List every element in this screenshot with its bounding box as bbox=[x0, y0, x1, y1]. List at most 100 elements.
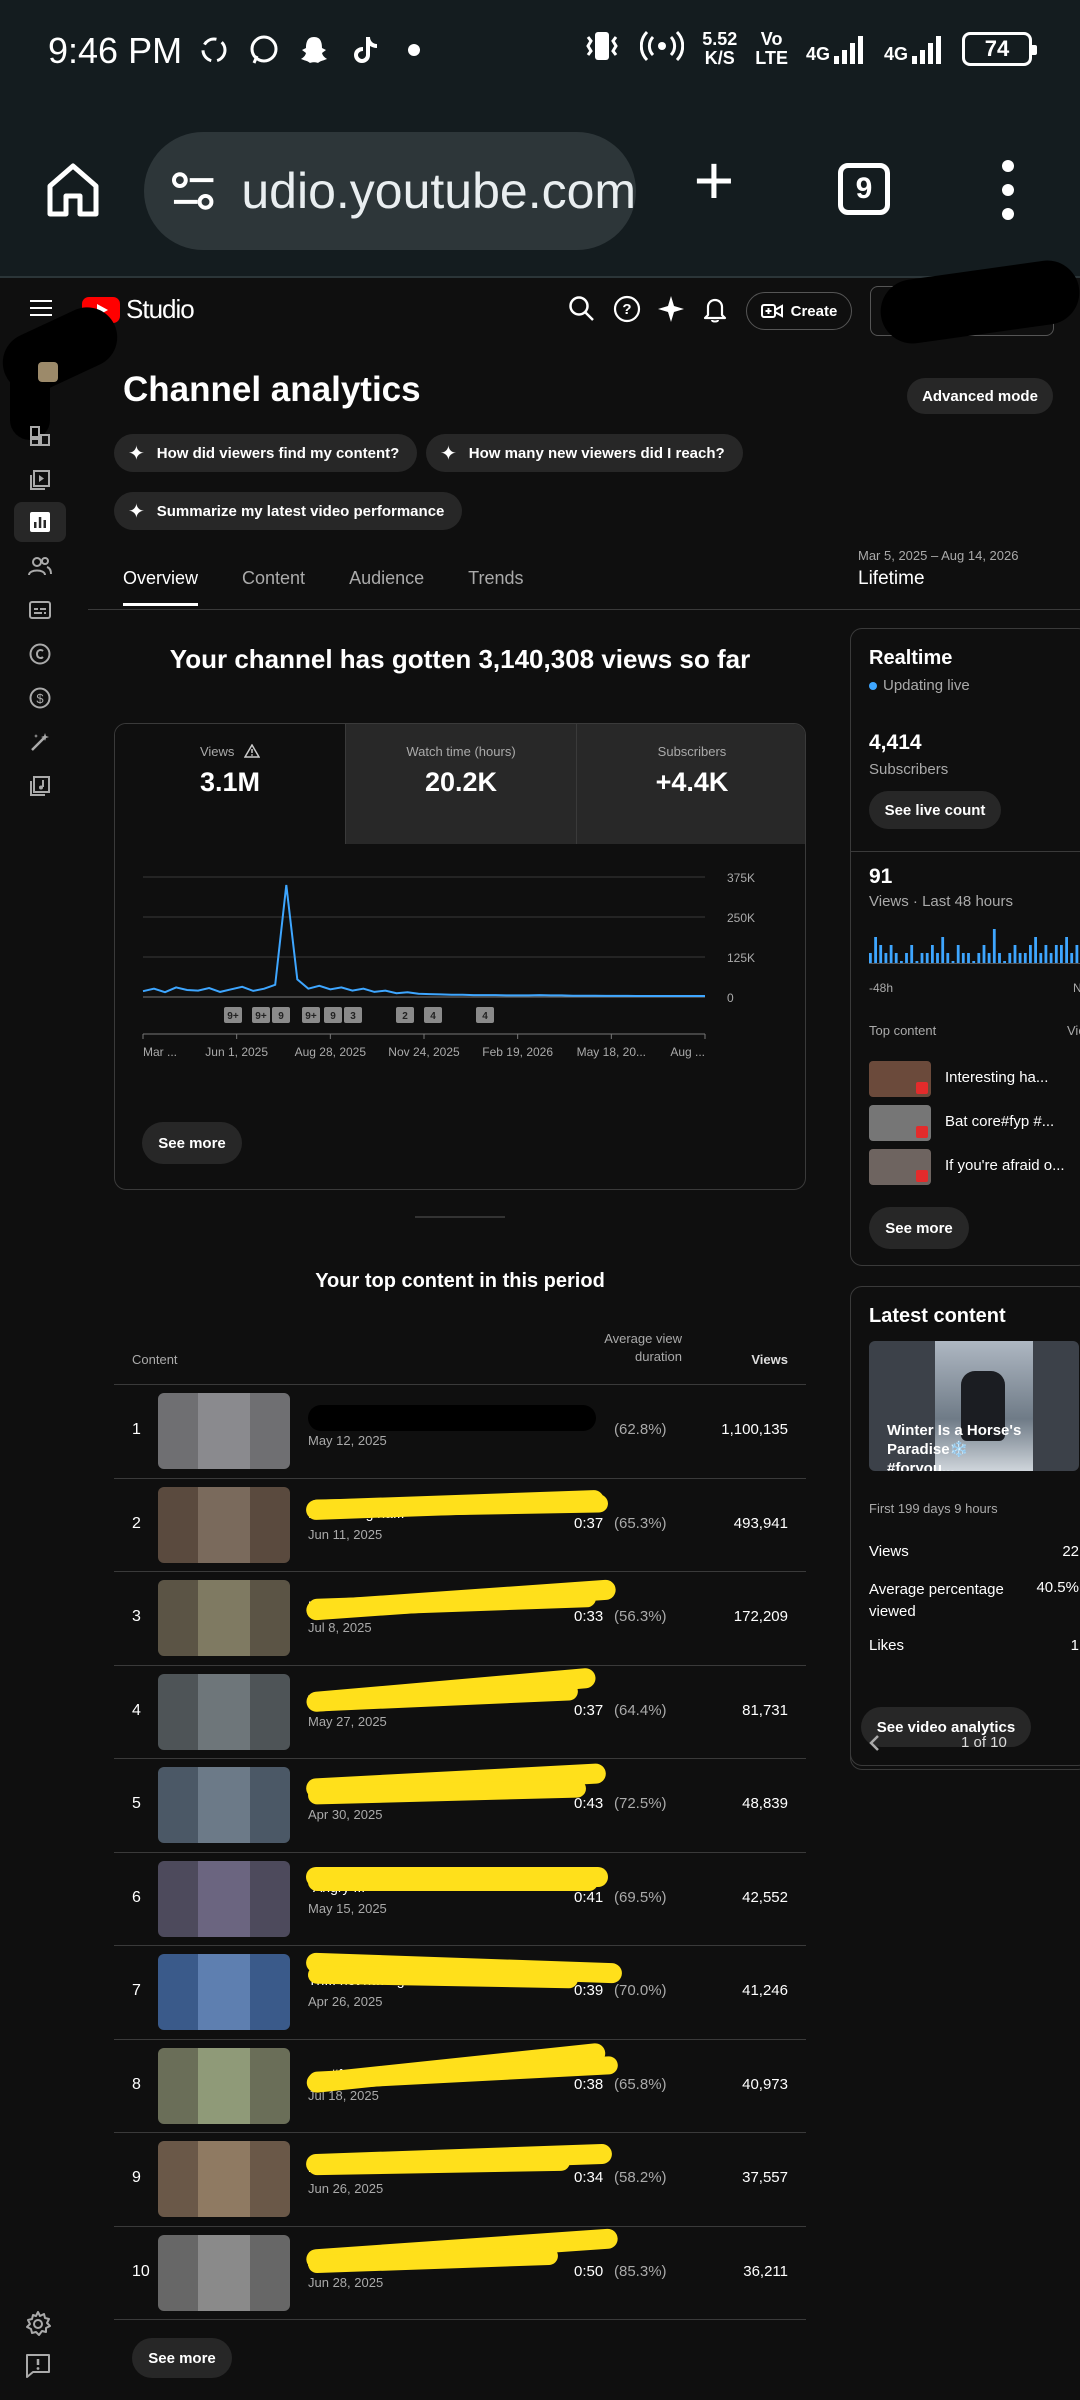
table-row[interactable]: 6"Angry ...May 15, 20250:41(69.5%)42,552 bbox=[114, 1851, 806, 1945]
table-row[interactable]: 4Wh... ...May 27, 20250:37(64.4%)81,731 bbox=[114, 1664, 806, 1758]
row-rank: 2 bbox=[132, 1514, 141, 1532]
realtime-bar bbox=[987, 953, 991, 963]
table-row[interactable]: 1 May 12, 2025 (62.8%) 1,100,135 bbox=[114, 1384, 806, 1477]
realtime-top-item[interactable]: If you're afraid o... bbox=[869, 1149, 1080, 1185]
site-settings-icon[interactable] bbox=[170, 169, 217, 213]
date-range-label[interactable]: Lifetime bbox=[858, 568, 925, 590]
realtime-item-title: Interesting ha... bbox=[945, 1069, 1049, 1086]
column-avg-view-duration[interactable]: Average view duration bbox=[554, 1330, 682, 1366]
ai-sparkle-icon[interactable] bbox=[656, 294, 686, 324]
video-thumbnail[interactable] bbox=[158, 1954, 290, 2030]
table-row[interactable]: 10A wil...Jun 28, 20250:50(85.3%)36,211 bbox=[114, 2225, 806, 2319]
table-row[interactable]: 2Interesting ha...Jun 11, 20250:37(65.3%… bbox=[114, 1477, 806, 1571]
realtime-top-item[interactable]: Interesting ha... bbox=[869, 1061, 1080, 1097]
realtime-bar bbox=[1034, 937, 1037, 963]
table-row[interactable]: 3Funn... #funny #bird ...Jul 8, 20250:33… bbox=[114, 1571, 806, 1664]
metric-watch-time-tab[interactable]: Watch time (hours) 20.2K bbox=[345, 724, 576, 844]
latest-period-label: First 199 days 9 hours bbox=[869, 1501, 998, 1516]
home-icon[interactable] bbox=[42, 158, 104, 220]
realtime-bar bbox=[972, 961, 976, 963]
metric-subscribers-tab[interactable]: Subscribers +4.4K bbox=[576, 724, 805, 844]
channel-avatar[interactable] bbox=[38, 362, 58, 382]
row-views: 41,246 bbox=[742, 1982, 788, 1999]
ai-question-chip[interactable]: ✦ How did viewers find my content? bbox=[114, 434, 418, 472]
ai-question-chip[interactable]: ✦ How many new viewers did I reach? bbox=[426, 434, 743, 472]
realtime-bar bbox=[925, 953, 929, 963]
new-tab-icon[interactable]: + bbox=[686, 145, 742, 215]
tab-audience[interactable]: Audience bbox=[349, 568, 424, 606]
nav-audio-library-icon[interactable] bbox=[14, 766, 66, 806]
metric-views-tab[interactable]: Views 3.1M bbox=[115, 724, 345, 844]
latest-video-thumbnail[interactable]: Winter Is a Horse's Paradise❄️ #foryou..… bbox=[869, 1341, 1079, 1471]
table-row[interactable]: 9ha...Jun 26, 20250:34(58.2%)37,557 bbox=[114, 2132, 806, 2225]
realtime-bar bbox=[869, 953, 872, 963]
nav-subtitles-icon[interactable] bbox=[14, 590, 66, 630]
browser-toolbar: udio.youtube.com + 9 bbox=[0, 108, 1080, 278]
nav-earn-icon[interactable]: $ bbox=[14, 678, 66, 718]
video-thumbnail[interactable] bbox=[158, 1767, 290, 1843]
avg-view-percentage: (70.0%) bbox=[614, 1982, 667, 1999]
table-bottom-divider bbox=[114, 2319, 806, 2320]
video-date: May 12, 2025 bbox=[308, 1433, 387, 1448]
nav-content-icon[interactable] bbox=[14, 460, 66, 500]
url-text[interactable]: udio.youtube.com bbox=[241, 162, 636, 220]
realtime-bar bbox=[915, 961, 919, 963]
create-button[interactable]: Create bbox=[746, 292, 852, 330]
nav-analytics-icon[interactable] bbox=[14, 502, 66, 542]
realtime-bar bbox=[951, 961, 955, 963]
table-row[interactable]: 7Th... not having it with the s...Apr 26… bbox=[114, 1945, 806, 2038]
row-rank: 1 bbox=[132, 1421, 141, 1438]
video-thumbnail[interactable] bbox=[158, 2141, 290, 2217]
nav-dashboard-icon[interactable] bbox=[14, 416, 66, 456]
see-more-button[interactable]: See more bbox=[142, 1122, 242, 1164]
search-icon[interactable] bbox=[567, 294, 597, 324]
tab-content[interactable]: Content bbox=[242, 568, 305, 606]
latest-stat-row: Likes 1 bbox=[869, 1637, 1079, 1654]
nav-customization-icon[interactable] bbox=[14, 722, 66, 762]
browser-menu-icon[interactable] bbox=[1000, 160, 1016, 220]
realtime-bar-chart[interactable] bbox=[869, 927, 1080, 977]
see-more-button[interactable]: See more bbox=[132, 2338, 232, 2378]
tab-switcher-button[interactable]: 9 bbox=[838, 163, 890, 215]
nav-copyright-icon[interactable] bbox=[14, 634, 66, 674]
video-date: Apr 30, 2025 bbox=[308, 1807, 383, 1822]
realtime-top-item[interactable]: Bat core#fyp #... bbox=[869, 1105, 1080, 1141]
nav-community-icon[interactable] bbox=[14, 546, 66, 586]
row-views: 42,552 bbox=[742, 1888, 788, 1906]
settings-gear-icon[interactable] bbox=[24, 2310, 56, 2342]
table-row[interactable]: 8...y #fun...Jul 18, 20250:38(65.8%)40,9… bbox=[114, 2038, 806, 2132]
views-headline: Your channel has gotten 3,140,308 views … bbox=[169, 644, 751, 674]
video-thumbnail[interactable] bbox=[158, 1580, 290, 1656]
video-thumbnail[interactable] bbox=[158, 1393, 290, 1469]
overview-metrics-card: Views 3.1M Watch time (hours) 20.2K Subs… bbox=[114, 723, 806, 1190]
video-thumbnail[interactable] bbox=[158, 1860, 290, 1937]
tabs-divider bbox=[88, 609, 1080, 610]
address-bar[interactable]: udio.youtube.com bbox=[144, 132, 636, 250]
see-live-count-button[interactable]: See live count bbox=[869, 791, 1001, 829]
see-more-button[interactable]: See more bbox=[869, 1207, 969, 1249]
tab-overview[interactable]: Overview bbox=[123, 568, 199, 606]
x-tick-label: May 18, 20... bbox=[577, 1045, 646, 1059]
column-views[interactable]: Views bbox=[704, 1352, 788, 1367]
redaction-mark bbox=[308, 1405, 596, 1431]
send-feedback-icon[interactable] bbox=[24, 2352, 56, 2384]
x-tick-label: Aug 28, 2025 bbox=[295, 1045, 367, 1059]
video-thumbnail[interactable] bbox=[158, 2047, 290, 2124]
video-thumbnail[interactable] bbox=[158, 1673, 290, 1750]
chevron-left-icon[interactable] bbox=[867, 1734, 881, 1752]
row-views: 48,839 bbox=[742, 1795, 788, 1812]
date-range-text[interactable]: Mar 5, 2025 – Aug 14, 2026 bbox=[858, 548, 1018, 563]
menu-icon[interactable] bbox=[30, 300, 52, 316]
realtime-subscribers-value: 4,414 bbox=[869, 731, 922, 754]
video-thumbnail[interactable] bbox=[158, 1486, 290, 1563]
realtime-bar bbox=[884, 953, 888, 963]
notifications-bell-icon[interactable] bbox=[700, 294, 730, 324]
tab-trends[interactable]: Trends bbox=[468, 568, 523, 606]
video-thumbnail[interactable] bbox=[158, 2234, 290, 2311]
ai-question-chip[interactable]: ✦ Summarize my latest video performance bbox=[114, 492, 463, 530]
table-row[interactable]: 5Cat:Time to...Apr 30, 20250:43(72.5%)48… bbox=[114, 1758, 806, 1851]
x-tick-label: Jun 1, 2025 bbox=[205, 1045, 268, 1059]
help-icon[interactable]: ? bbox=[612, 294, 642, 324]
advanced-mode-button[interactable]: Advanced mode bbox=[907, 378, 1053, 414]
views-line-chart[interactable]: 375K 250K 125K 0 9+ 9+ 9 9+ 9 3 2 4 4 Mar ... Jun 1, 2… bbox=[115, 844, 806, 1104]
